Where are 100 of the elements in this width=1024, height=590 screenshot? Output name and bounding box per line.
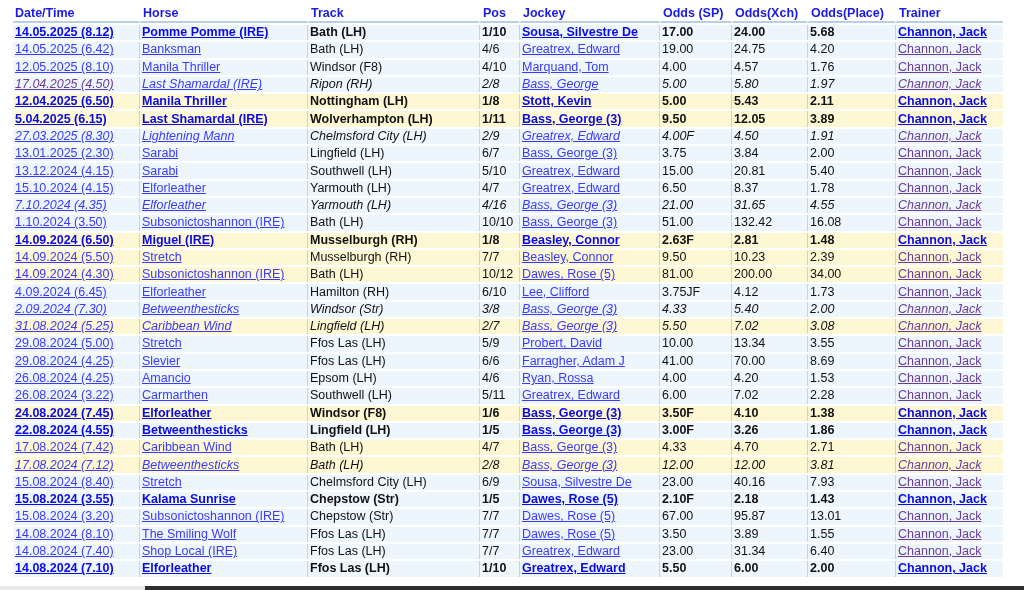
- trainer-link[interactable]: Channon, Jack: [898, 284, 982, 299]
- scrollbar-thumb[interactable]: [145, 586, 1024, 590]
- trainer-link[interactable]: Channon, Jack: [898, 405, 987, 420]
- horse-link[interactable]: Last Shamardal (IRE): [142, 77, 263, 92]
- jockey-link[interactable]: Bass, George: [522, 77, 599, 92]
- trainer-link[interactable]: Channon, Jack: [898, 388, 982, 403]
- trainer-link[interactable]: Channon, Jack: [898, 440, 982, 455]
- horse-link[interactable]: Elforleather: [142, 180, 206, 195]
- date-link[interactable]: 14.05.2025 (6.42): [15, 42, 114, 57]
- jockey-link[interactable]: Dawes, Rose (5): [522, 492, 618, 507]
- trainer-link[interactable]: Channon, Jack: [898, 492, 987, 507]
- trainer-link[interactable]: Channon, Jack: [898, 422, 987, 437]
- trainer-link[interactable]: Channon, Jack: [898, 180, 982, 195]
- jockey-link[interactable]: Dawes, Rose (5): [522, 267, 616, 282]
- trainer-link[interactable]: Channon, Jack: [898, 336, 982, 351]
- date-link[interactable]: 14.08.2024 (7.40): [15, 544, 114, 559]
- date-link[interactable]: 15.08.2024 (3.55): [15, 492, 114, 507]
- jockey-link[interactable]: Greatrex, Edward: [522, 388, 620, 403]
- trainer-link[interactable]: Channon, Jack: [898, 371, 982, 386]
- horse-link[interactable]: Sarabi: [142, 146, 179, 161]
- trainer-link[interactable]: Channon, Jack: [898, 111, 987, 126]
- jockey-link[interactable]: Greatrex, Edward: [522, 163, 620, 178]
- horse-link[interactable]: Subsonictoshannon (IRE): [142, 509, 285, 524]
- jockey-link[interactable]: Dawes, Rose (5): [522, 526, 616, 541]
- horse-link[interactable]: Stretch: [142, 474, 182, 489]
- horse-link[interactable]: Banksman: [142, 42, 202, 57]
- trainer-link[interactable]: Channon, Jack: [898, 319, 982, 334]
- date-link[interactable]: 27.03.2025 (8.30): [15, 128, 114, 143]
- jockey-link[interactable]: Greatrex, Edward: [522, 180, 620, 195]
- date-link[interactable]: 4.09.2024 (6.45): [15, 284, 107, 299]
- trainer-link[interactable]: Channon, Jack: [898, 267, 982, 282]
- jockey-link[interactable]: Bass, George (3): [522, 319, 618, 334]
- jockey-link[interactable]: Beasley, Connor: [522, 232, 620, 247]
- date-link[interactable]: 13.01.2025 (2.30): [15, 146, 114, 161]
- horse-link[interactable]: Lightening Mann: [142, 128, 235, 143]
- horse-link[interactable]: Betweenthesticks: [142, 301, 240, 316]
- horse-link[interactable]: Caribbean Wind: [142, 440, 232, 455]
- horse-link[interactable]: Manila Thriller: [142, 59, 221, 74]
- jockey-link[interactable]: Greatrex, Edward: [522, 128, 620, 143]
- jockey-link[interactable]: Bass, George (3): [522, 146, 618, 161]
- trainer-link[interactable]: Channon, Jack: [898, 198, 982, 213]
- jockey-link[interactable]: Bass, George (3): [522, 422, 622, 437]
- jockey-link[interactable]: Bass, George (3): [522, 215, 618, 230]
- trainer-link[interactable]: Channon, Jack: [898, 509, 982, 524]
- trainer-link[interactable]: Channon, Jack: [898, 59, 982, 74]
- horse-link[interactable]: Elforleather: [142, 284, 206, 299]
- trainer-link[interactable]: Channon, Jack: [898, 163, 982, 178]
- trainer-link[interactable]: Channon, Jack: [898, 457, 982, 472]
- horse-link[interactable]: Subsonictoshannon (IRE): [142, 215, 285, 230]
- trainer-link[interactable]: Channon, Jack: [898, 232, 987, 247]
- horse-link[interactable]: Miguel (IRE): [142, 232, 215, 247]
- date-link[interactable]: 14.05.2025 (8.12): [15, 25, 114, 40]
- date-link[interactable]: 22.08.2024 (4.55): [15, 422, 114, 437]
- trainer-link[interactable]: Channon, Jack: [898, 526, 982, 541]
- date-link[interactable]: 26.08.2024 (4.25): [15, 371, 114, 386]
- jockey-link[interactable]: Bass, George (3): [522, 111, 622, 126]
- jockey-link[interactable]: Beasley, Connor: [522, 250, 614, 264]
- jockey-link[interactable]: Bass, George (3): [522, 440, 618, 455]
- horse-link[interactable]: Stretch: [142, 336, 182, 351]
- jockey-link[interactable]: Bass, George (3): [522, 301, 618, 316]
- horse-link[interactable]: Subsonictoshannon (IRE): [142, 267, 285, 282]
- date-link[interactable]: 14.08.2024 (8.10): [15, 526, 114, 541]
- jockey-link[interactable]: Farragher, Adam J: [522, 353, 625, 368]
- date-link[interactable]: 26.08.2024 (3.22): [15, 388, 114, 403]
- horse-link[interactable]: Sarabi: [142, 163, 179, 178]
- trainer-link[interactable]: Channon, Jack: [898, 146, 982, 161]
- date-link[interactable]: 14.09.2024 (6.50): [15, 232, 114, 247]
- horse-link[interactable]: Kalama Sunrise: [142, 492, 236, 507]
- date-link[interactable]: 5.04.2025 (6.15): [15, 111, 107, 126]
- date-link[interactable]: 29.08.2024 (4.25): [15, 353, 114, 368]
- date-link[interactable]: 17.08.2024 (7.42): [15, 440, 114, 455]
- horse-link[interactable]: Caribbean Wind: [142, 319, 232, 334]
- jockey-link[interactable]: Sousa, Silvestre De: [522, 25, 639, 40]
- date-link[interactable]: 7.10.2024 (4.35): [15, 198, 107, 213]
- horse-link[interactable]: Pomme Pomme (IRE): [142, 25, 269, 40]
- date-link[interactable]: 17.04.2025 (4.50): [15, 77, 114, 92]
- trainer-link[interactable]: Channon, Jack: [898, 128, 982, 143]
- horse-link[interactable]: Last Shamardal (IRE): [142, 111, 268, 126]
- date-link[interactable]: 12.05.2025 (8.10): [15, 59, 114, 74]
- date-link[interactable]: 31.08.2024 (5.25): [15, 319, 114, 334]
- jockey-link[interactable]: Sousa, Silvestre De: [522, 474, 632, 489]
- date-link[interactable]: 17.08.2024 (7.12): [15, 457, 114, 472]
- trainer-link[interactable]: Channon, Jack: [898, 215, 982, 230]
- trainer-link[interactable]: Channon, Jack: [898, 94, 987, 109]
- horse-link[interactable]: The Smiling Wolf: [142, 526, 237, 541]
- horse-link[interactable]: Elforleather: [142, 198, 206, 213]
- jockey-link[interactable]: Probert, David: [522, 336, 602, 351]
- date-link[interactable]: 14.08.2024 (7.10): [15, 561, 114, 576]
- jockey-link[interactable]: Greatrex, Edward: [522, 561, 626, 576]
- trainer-link[interactable]: Channon, Jack: [898, 42, 982, 57]
- date-link[interactable]: 1.10.2024 (3.50): [15, 215, 107, 230]
- jockey-link[interactable]: Stott, Kevin: [522, 94, 592, 109]
- date-link[interactable]: 29.08.2024 (5.00): [15, 336, 114, 351]
- date-link[interactable]: 14.09.2024 (5.50): [15, 250, 114, 264]
- jockey-link[interactable]: Lee, Clifford: [522, 284, 590, 299]
- horse-link[interactable]: Betweenthesticks: [142, 422, 248, 437]
- jockey-link[interactable]: Bass, George (3): [522, 405, 622, 420]
- horse-link[interactable]: Slevier: [142, 353, 181, 368]
- date-link[interactable]: 13.12.2024 (4.15): [15, 163, 114, 178]
- jockey-link[interactable]: Marquand, Tom: [522, 59, 609, 74]
